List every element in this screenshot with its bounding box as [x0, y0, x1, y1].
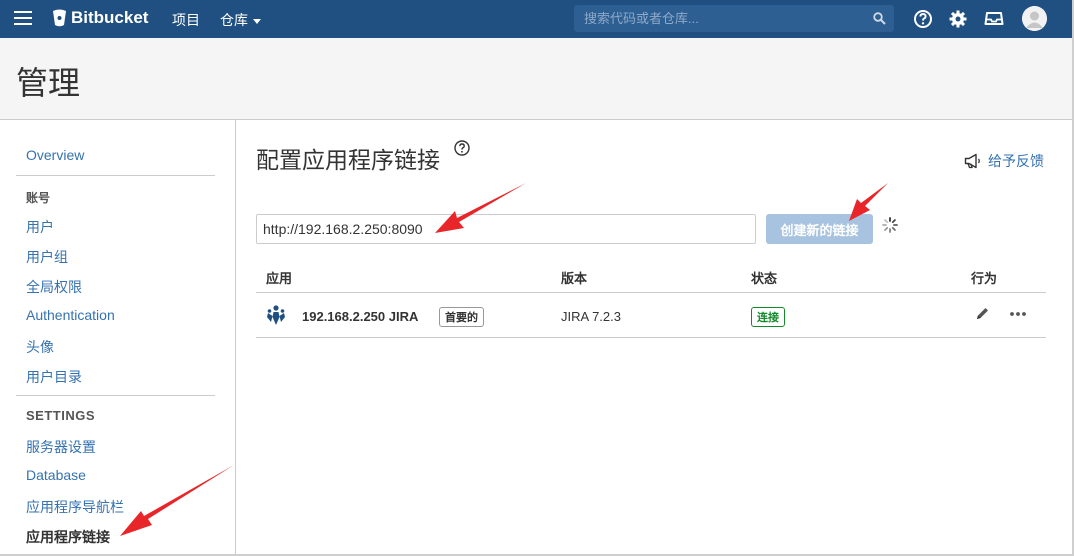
question-circle-icon[interactable] — [454, 140, 470, 156]
feedback-link[interactable]: 给予反馈 — [964, 151, 1044, 171]
sidebar-heading-settings: SETTINGS — [26, 408, 96, 423]
more-actions-icon[interactable] — [1009, 308, 1027, 320]
sidebar-item-groups[interactable]: 用户组 — [26, 247, 68, 267]
hamburger-menu-icon[interactable] — [14, 11, 32, 25]
application-version: JIRA 7.2.3 — [561, 309, 621, 324]
column-header-status: 状态 — [751, 271, 778, 286]
loading-spinner-icon — [882, 217, 898, 233]
main-title: 配置应用程序链接 — [256, 147, 440, 173]
megaphone-icon — [964, 153, 980, 169]
primary-badge: 首要的 — [439, 307, 484, 327]
sidebar-item-server-settings[interactable]: 服务器设置 — [26, 437, 96, 457]
help-icon[interactable] — [913, 9, 933, 29]
application-url-input[interactable] — [256, 214, 756, 244]
user-avatar[interactable] — [1022, 6, 1047, 31]
nav-repositories-label: 仓库 — [220, 12, 248, 28]
search-input[interactable] — [574, 5, 864, 32]
table-header-divider — [256, 292, 1046, 293]
nav-repositories-dropdown[interactable]: 仓库 — [220, 10, 261, 30]
sidebar-divider — [16, 175, 215, 176]
chevron-down-icon — [253, 18, 261, 24]
status-badge: 连接 — [751, 307, 785, 327]
column-header-actions: 行为 — [971, 271, 998, 286]
search-box — [574, 5, 894, 32]
sidebar-item-authentication[interactable]: Authentication — [26, 307, 115, 323]
feedback-label: 给予反馈 — [988, 153, 1044, 169]
inbox-icon[interactable] — [984, 9, 1004, 29]
sidebar-item-users[interactable]: 用户 — [26, 217, 54, 237]
default-avatar-icon — [1022, 6, 1047, 31]
nav-projects-link[interactable]: 项目 — [172, 10, 200, 30]
sidebar-item-global-permissions[interactable]: 全局权限 — [26, 277, 82, 297]
table-row-divider — [256, 337, 1046, 338]
column-header-version: 版本 — [561, 271, 588, 286]
sidebar-item-overview[interactable]: Overview — [26, 147, 84, 163]
bitbucket-logo[interactable]: Bitbucket — [52, 8, 148, 28]
app-frame: Bitbucket 项目 仓库 搜索代码或者仓库... 管理 Overview … — [0, 0, 1074, 556]
sidebar-item-app-links[interactable]: 应用程序链接 — [26, 527, 110, 547]
sidebar-item-user-directories[interactable]: 用户目录 — [26, 367, 82, 387]
column-header-application: 应用 — [266, 271, 293, 286]
sidebar-item-avatars[interactable]: 头像 — [26, 337, 54, 357]
search-icon[interactable] — [873, 12, 886, 25]
pencil-edit-icon[interactable] — [975, 306, 990, 321]
brand-name: Bitbucket — [71, 8, 149, 27]
sidebar-divider — [16, 395, 215, 396]
page-title: 管理 — [16, 65, 81, 101]
bitbucket-bucket-icon — [53, 9, 66, 27]
jira-icon — [267, 305, 285, 325]
create-new-link-button[interactable]: 创建新的链接 — [766, 214, 873, 244]
gear-icon[interactable] — [948, 9, 968, 29]
top-navigation-bar: Bitbucket 项目 仓库 — [0, 0, 1072, 38]
sidebar-heading-accounts: 账号 — [26, 191, 51, 205]
page-header: 管理 — [0, 38, 1072, 120]
sidebar-item-app-navigator[interactable]: 应用程序导航栏 — [26, 497, 124, 517]
admin-sidebar: Overview 账号 用户 用户组 全局权限 Authentication 头… — [0, 120, 236, 554]
application-name[interactable]: 192.168.2.250 JIRA — [302, 309, 418, 324]
sidebar-item-database[interactable]: Database — [26, 467, 86, 483]
